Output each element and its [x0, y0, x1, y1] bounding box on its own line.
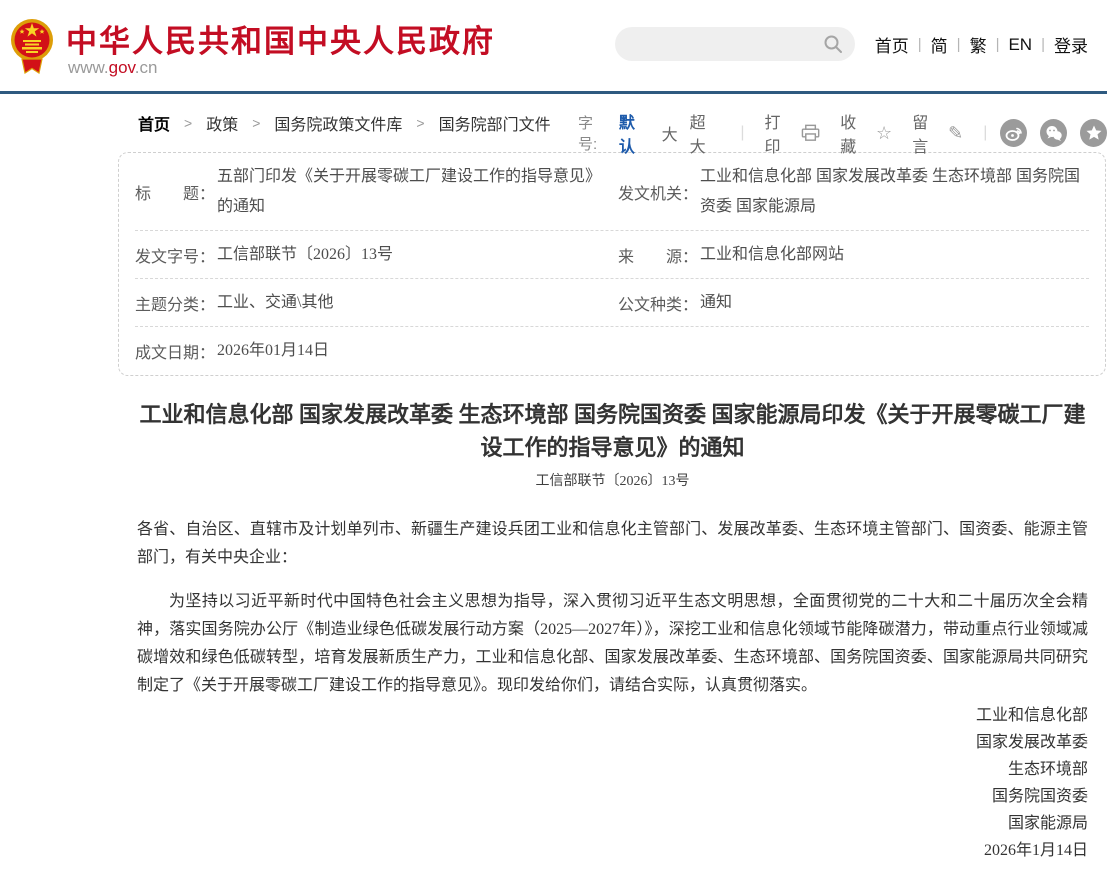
- star-icon: ☆: [876, 124, 892, 142]
- url-cn: .cn: [135, 58, 158, 77]
- breadcrumb-toolbar-row: 首页 > 政策 > 国务院政策文件库 > 国务院部门文件 字号: 默认 大 超大…: [0, 94, 1107, 145]
- nav-simplified[interactable]: 简: [922, 32, 957, 57]
- site-title: 中华人民共和国中央人民政府: [66, 16, 495, 61]
- url-www: www.: [68, 58, 109, 77]
- pencil-icon: ✎: [948, 124, 963, 142]
- print-button[interactable]: 打印: [764, 109, 820, 157]
- share-qzone-button[interactable]: [1080, 119, 1107, 147]
- font-size-label: 字号:: [578, 112, 611, 154]
- breadcrumb: 首页 > 政策 > 国务院政策文件库 > 国务院部门文件: [138, 111, 551, 135]
- print-label: 打印: [764, 109, 795, 157]
- signature-line: 工业和信息化部: [137, 702, 1088, 729]
- meta-label-category: 主题分类：: [135, 291, 215, 315]
- toolbar-separator: |: [983, 124, 987, 142]
- search-input[interactable]: [615, 27, 855, 61]
- signature-block: 工业和信息化部 国家发展改革委 生态环境部 国务院国资委 国家能源局 2026年…: [137, 702, 1088, 864]
- printer-icon: [801, 124, 820, 142]
- meta-row-number-source: 发文字号： 工信部联节〔2026〕13号 来 源： 工业和信息化部网站: [135, 231, 1089, 279]
- meta-value-doc-type: 通知: [700, 288, 732, 318]
- site-header: 中华人民共和国中央人民政府 www.gov.cn 首页 | 简 | 繁 | EN…: [0, 0, 1107, 94]
- meta-value-category: 工业、交通\其他: [217, 288, 333, 318]
- nav-english[interactable]: EN: [999, 35, 1041, 55]
- qzone-star-icon: [1084, 123, 1104, 143]
- meta-value-issuer: 工业和信息化部 国家发展改革委 生态环境部 国务院国资委 国家能源局: [700, 162, 1089, 222]
- breadcrumb-policy-library[interactable]: 国务院政策文件库: [274, 111, 402, 135]
- breadcrumb-home[interactable]: 首页: [138, 111, 170, 135]
- breadcrumb-separator: >: [252, 115, 260, 131]
- font-size-xlarge-button[interactable]: 超大: [690, 109, 721, 157]
- breadcrumb-department-docs[interactable]: 国务院部门文件: [439, 111, 551, 135]
- signature-line: 生态环境部: [137, 756, 1088, 783]
- meta-label-date: 成文日期：: [135, 339, 215, 363]
- meta-value-title: 五部门印发《关于开展零碳工厂建设工作的指导意见》的通知: [217, 162, 598, 222]
- url-gov: gov: [109, 58, 135, 77]
- top-nav: 首页 | 简 | 繁 | EN | 登录: [866, 32, 1097, 57]
- comment-button[interactable]: 留言 ✎: [912, 109, 963, 157]
- breadcrumb-separator: >: [184, 115, 192, 131]
- document-meta-box: 标 题： 五部门印发《关于开展零碳工厂建设工作的指导意见》的通知 发文机关： 工…: [118, 152, 1106, 376]
- search-bar: [615, 27, 855, 61]
- nav-login[interactable]: 登录: [1045, 32, 1097, 57]
- meta-label-doc-type: 公文种类：: [618, 291, 698, 315]
- meta-label-doc-number: 发文字号：: [135, 243, 215, 267]
- wechat-icon: [1044, 123, 1064, 143]
- meta-row-title-issuer: 标 题： 五部门印发《关于开展零碳工厂建设工作的指导意见》的通知 发文机关： 工…: [135, 153, 1089, 231]
- comment-label: 留言: [912, 109, 942, 157]
- font-size-large-button[interactable]: 大: [662, 121, 678, 145]
- national-emblem-logo: [10, 15, 54, 79]
- meta-label-issuer: 发文机关：: [618, 180, 698, 204]
- search-icon[interactable]: [823, 34, 843, 54]
- article-salutation: 各省、自治区、直辖市及计划单列市、新疆生产建设兵团工业和信息化主管部门、发展改革…: [137, 516, 1088, 572]
- page-toolbar: 字号: 默认 大 超大 | 打印 收藏 ☆ 留言 ✎ |: [578, 109, 1107, 157]
- nav-home[interactable]: 首页: [866, 32, 918, 57]
- article: 工业和信息化部 国家发展改革委 生态环境部 国务院国资委 国家能源局印发《关于开…: [137, 398, 1088, 864]
- breadcrumb-policy[interactable]: 政策: [206, 111, 238, 135]
- site-url: www.gov.cn: [68, 58, 157, 78]
- nav-traditional[interactable]: 繁: [961, 32, 996, 57]
- signature-line: 国务院国资委: [137, 783, 1088, 810]
- favorite-button[interactable]: 收藏 ☆: [840, 109, 892, 157]
- font-size-default-button[interactable]: 默认: [619, 109, 650, 157]
- meta-row-category-type: 主题分类： 工业、交通\其他 公文种类： 通知: [135, 279, 1089, 327]
- share-weibo-button[interactable]: [1000, 119, 1027, 147]
- meta-row-date: 成文日期： 2026年01月14日: [135, 327, 1089, 375]
- article-doc-number: 工信部联节〔2026〕13号: [137, 470, 1088, 490]
- meta-label-source: 来 源：: [618, 243, 698, 267]
- signature-line: 国家能源局: [137, 810, 1088, 837]
- meta-value-doc-number: 工信部联节〔2026〕13号: [217, 240, 393, 270]
- breadcrumb-separator: >: [416, 115, 424, 131]
- signature-line: 国家发展改革委: [137, 729, 1088, 756]
- weibo-icon: [1004, 123, 1024, 143]
- meta-value-source: 工业和信息化部网站: [700, 240, 844, 270]
- toolbar-separator: |: [740, 124, 744, 142]
- meta-value-date: 2026年01月14日: [217, 336, 329, 366]
- share-wechat-button[interactable]: [1040, 119, 1067, 147]
- article-title: 工业和信息化部 国家发展改革委 生态环境部 国务院国资委 国家能源局印发《关于开…: [137, 398, 1088, 464]
- favorite-label: 收藏: [840, 109, 870, 157]
- meta-label-title: 标 题：: [135, 180, 215, 204]
- article-body-paragraph: 为坚持以习近平新时代中国特色社会主义思想为指导，深入贯彻习近平生态文明思想，全面…: [137, 588, 1088, 700]
- signature-date: 2026年1月14日: [137, 837, 1088, 864]
